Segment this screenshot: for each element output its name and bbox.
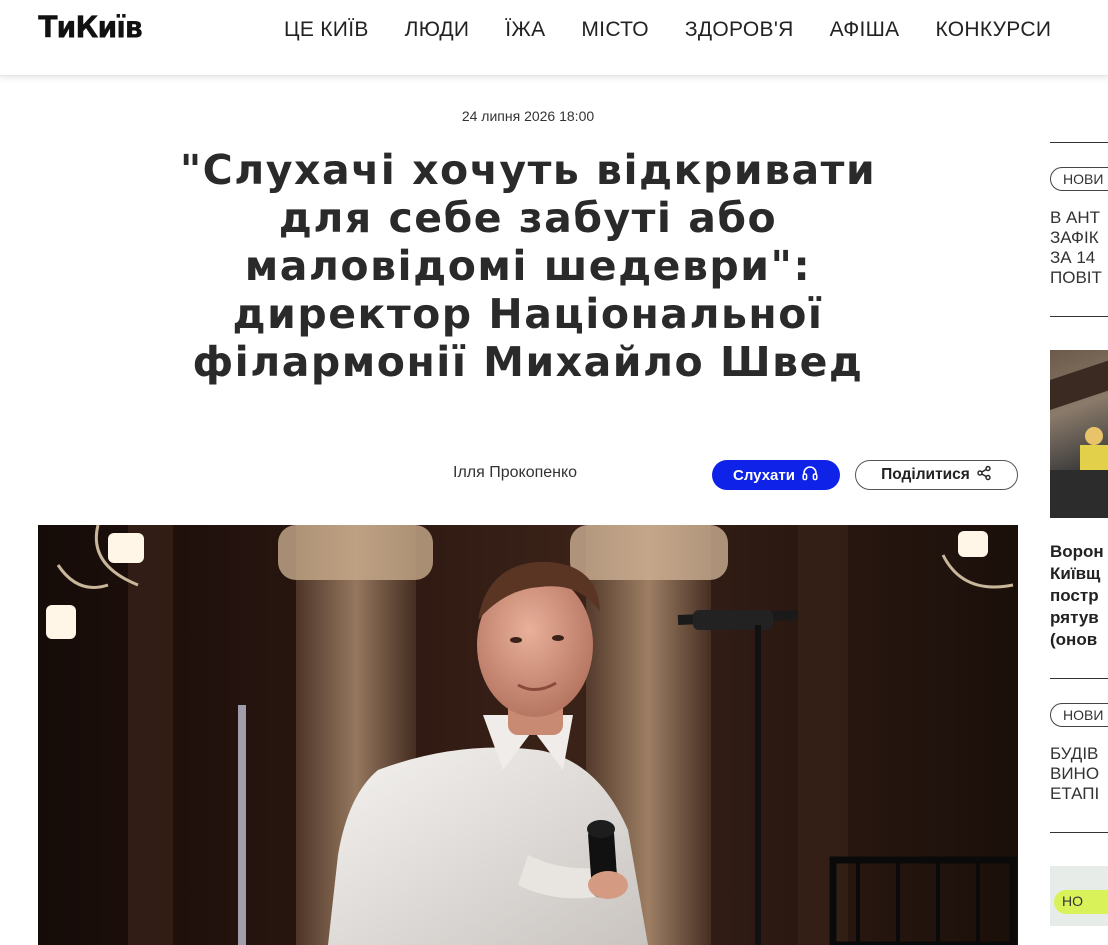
sidebar-divider xyxy=(1050,678,1108,679)
main-nav: ЦЕ КИЇВ ЛЮДИ ЇЖА МІСТО ЗДОРОВ'Я АФІША КО… xyxy=(266,18,1108,42)
sidebar-divider xyxy=(1050,832,1108,833)
news-tag[interactable]: НО xyxy=(1054,890,1108,914)
news-item-3-line: ВИНО xyxy=(1050,764,1100,783)
news-item-2-line: (онов xyxy=(1050,630,1098,649)
news-tag[interactable]: НОВИ xyxy=(1050,703,1108,727)
news-item-1-line: ЗА 14 xyxy=(1050,248,1096,267)
site-header: ТиКиїв ЦЕ КИЇВ ЛЮДИ ЇЖА МІСТО ЗДОРОВ'Я А… xyxy=(0,0,1108,76)
nav-item-yizha[interactable]: ЇЖА xyxy=(505,18,545,42)
nav-item-konkursy[interactable]: КОНКУРСИ xyxy=(935,18,1051,42)
share-icon xyxy=(976,465,992,486)
news-item-2-line: рятув xyxy=(1050,608,1099,627)
article-byline: Ілля Прокопенко Слухати Поділитися xyxy=(38,460,1018,492)
nav-item-misto[interactable]: МІСТО xyxy=(581,18,649,42)
article-author[interactable]: Ілля Прокопенко xyxy=(453,464,577,482)
listen-label: Слухати xyxy=(733,466,795,484)
nav-item-afisha[interactable]: АФІША xyxy=(830,18,900,42)
share-button[interactable]: Поділитися xyxy=(855,460,1018,490)
nav-item-tse-kyiv[interactable]: ЦЕ КИЇВ xyxy=(284,18,369,42)
hero-photo xyxy=(38,525,1018,945)
share-label: Поділитися xyxy=(881,466,970,483)
headphones-icon xyxy=(801,464,819,486)
news-item-2-line: Київщ xyxy=(1050,564,1101,583)
news-item-1-line: В АНТ xyxy=(1050,208,1101,227)
news-item-1-line: ЗАФІК xyxy=(1050,228,1099,247)
news-item-1[interactable]: В АНТ ЗАФІК ЗА 14 ПОВІТ xyxy=(1050,208,1102,288)
news-item-2-line: Ворон xyxy=(1050,542,1104,561)
news-item-2[interactable]: Ворон Київщ постр рятув (онов xyxy=(1050,541,1104,651)
site-logo[interactable]: ТиКиїв xyxy=(38,9,143,45)
news-tag[interactable]: НОВИ xyxy=(1050,167,1108,191)
news-item-1-line: ПОВІТ xyxy=(1050,268,1102,287)
news-item-2-image[interactable] xyxy=(1050,350,1108,518)
news-item-2-line: постр xyxy=(1050,586,1099,605)
sidebar-divider xyxy=(1050,142,1108,143)
news-item-3-line: ЕТАПІ xyxy=(1050,784,1100,803)
nav-item-zdorovia[interactable]: ЗДОРОВ'Я xyxy=(685,18,794,42)
nav-item-liudy[interactable]: ЛЮДИ xyxy=(405,18,470,42)
news-item-3-line: БУДІВ xyxy=(1050,744,1099,763)
listen-button[interactable]: Слухати xyxy=(712,460,840,490)
news-item-3[interactable]: БУДІВ ВИНО ЕТАПІ xyxy=(1050,744,1099,804)
sidebar-divider xyxy=(1050,316,1108,317)
article-title: "Слухачі хочуть відкривати для себе забу… xyxy=(179,146,877,386)
news-item-4-image[interactable]: НО xyxy=(1050,866,1108,926)
article-date: 24 липня 2026 18:00 xyxy=(461,108,595,124)
